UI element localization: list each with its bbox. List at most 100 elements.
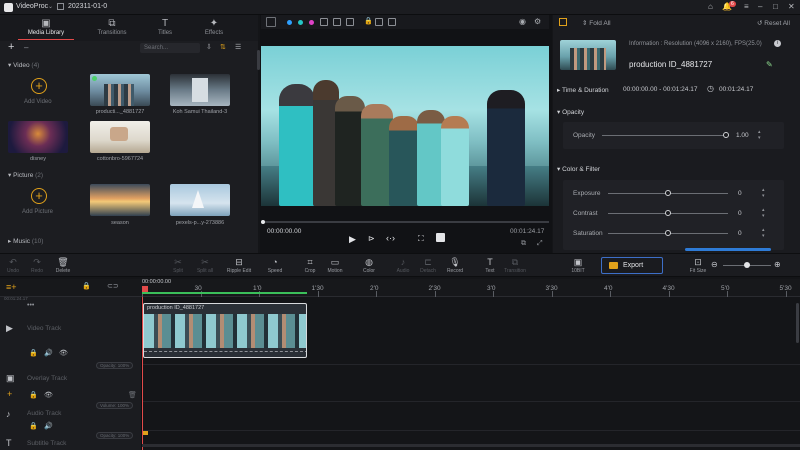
timeline-vscrollbar[interactable] — [796, 303, 799, 343]
ripple-edit-button[interactable]: ⊟ Ripple Edit — [226, 256, 252, 274]
tab-titles[interactable]: T Titles — [137, 18, 193, 40]
playhead-line[interactable] — [142, 297, 143, 450]
speed-button[interactable]: ◔ Speed — [262, 256, 288, 274]
contrast-value[interactable]: 0 — [738, 210, 742, 217]
remove-media-icon[interactable]: – — [24, 43, 28, 52]
add-picture-button[interactable]: + — [31, 188, 47, 204]
search-input[interactable]: Search... — [140, 43, 200, 53]
video-thumb-disney[interactable] — [8, 121, 68, 153]
rotate-icon[interactable] — [388, 18, 396, 26]
expand-icon[interactable]: ⤢ — [537, 240, 543, 248]
playback-progress-knob[interactable] — [261, 220, 265, 224]
video-track-opacity-pill[interactable]: Opacity: 100% — [96, 362, 134, 369]
undo-button[interactable]: ↶ Undo — [0, 256, 26, 274]
grid-toggle-icon[interactable] — [266, 17, 276, 27]
text-button[interactable]: T Text — [477, 256, 503, 274]
music-section-header[interactable]: ▸ Music (10) — [8, 237, 43, 245]
audio-track-mute-icon[interactable]: 🔊 — [44, 422, 53, 430]
contrast-stepper[interactable]: ▴ ▾ — [762, 207, 765, 219]
minimize-icon[interactable]: – — [758, 2, 762, 11]
audio-track-lock-icon[interactable]: 🔒 — [29, 422, 38, 430]
exposure-stepper[interactable]: ▴ ▾ — [762, 187, 765, 199]
detach-button[interactable]: ⊏ Detach — [415, 256, 441, 274]
app-menu-chevron-icon[interactable]: ⌄ — [48, 3, 53, 10]
overlay-track-delete-icon[interactable]: 🗑 — [128, 391, 137, 399]
track-lock-icon[interactable]: 🔒 — [82, 282, 91, 290]
time-duration-header[interactable]: ▸ Time & Duration — [557, 86, 609, 94]
audio-button[interactable]: ♪ Audio — [390, 256, 416, 274]
import-icon[interactable]: ⇩ — [206, 43, 212, 51]
opacity-stepper[interactable]: ▴ ▾ — [758, 129, 761, 141]
menu-icon[interactable]: ≡ — [744, 2, 749, 11]
video-thumb-cottonbro[interactable] — [90, 121, 150, 153]
video-clip[interactable]: production ID_4881727 — [143, 303, 307, 358]
fit-size-button[interactable]: ⊡ Fit Size — [685, 256, 711, 274]
opacity-slider-knob[interactable] — [723, 132, 729, 138]
fold-all-button[interactable]: ⇕ Fold All — [582, 19, 611, 27]
overlay-track-volume-pill[interactable]: Volume: 100% — [96, 402, 134, 409]
redo-button[interactable]: ↷ Redo — [24, 256, 50, 274]
tab-media-library[interactable]: ▣ Media Library — [18, 18, 74, 40]
overlay-track-visibility-icon[interactable]: 👁 — [44, 391, 53, 399]
video-thumb-koh-samui[interactable] — [170, 74, 230, 106]
opacity-header[interactable]: ▾ Opacity — [557, 108, 584, 116]
flip-icon[interactable] — [375, 18, 383, 26]
add-overlay-icon[interactable]: + — [7, 389, 12, 399]
split-button[interactable]: ✂ Split — [165, 256, 191, 274]
overlay-track-lock-icon[interactable]: 🔒 — [29, 391, 38, 399]
crop-button[interactable]: ⌗ Crop — [297, 256, 323, 274]
record-button[interactable]: 🎙 Record — [442, 256, 468, 274]
more-options-icon[interactable]: ••• — [27, 302, 34, 309]
blue-marker-icon[interactable] — [287, 20, 292, 25]
color-filter-header[interactable]: ▾ Color & Filter — [557, 165, 600, 173]
picture-thumb-season[interactable] — [90, 184, 150, 216]
inspector-scroll-indicator[interactable] — [685, 248, 771, 251]
zoom-in-icon[interactable]: ⊕ — [774, 260, 781, 269]
playhead-handle[interactable] — [142, 286, 148, 292]
exposure-value[interactable]: 0 — [738, 190, 742, 197]
video-track-visibility-icon[interactable]: 👁 — [59, 349, 68, 357]
opacity-value[interactable]: 1.00 — [736, 132, 749, 139]
settings-gear-icon[interactable]: ⚙ — [534, 17, 541, 26]
timeline-tracks[interactable]: production ID_4881727 — [142, 297, 800, 450]
subtitle-marker[interactable] — [143, 431, 148, 435]
picture-section-header[interactable]: ▾ Picture (2) — [8, 171, 43, 179]
timeline-hscrollbar[interactable] — [142, 444, 800, 447]
delete-button[interactable]: 🗑 Delete — [50, 256, 76, 274]
zoom-out-icon[interactable]: ⊖ — [711, 260, 718, 269]
work-area-bar[interactable] — [142, 292, 307, 294]
export-button[interactable]: Export — [601, 257, 663, 274]
timeline-ruler[interactable]: 00:00:00.00 30 1'0 1'30 2'0 2'30 3'0 3'30 4'0 4'… — [142, 279, 800, 297]
10bit-button[interactable]: ▣ 10BIT — [565, 256, 591, 274]
exposure-slider-knob[interactable] — [665, 190, 671, 196]
tab-effects[interactable]: ✦ Effects — [186, 18, 242, 40]
picture-thumb-pexels[interactable] — [170, 184, 230, 216]
marker-tool-icon[interactable] — [320, 18, 328, 26]
prev-next-frame-icon[interactable]: ‹·› — [386, 233, 395, 243]
add-track-icon[interactable]: ≡+ — [6, 282, 17, 292]
close-icon[interactable]: ✕ — [788, 2, 795, 11]
tab-transitions[interactable]: ⧉ Transitions — [84, 18, 140, 40]
video-track-lock-icon[interactable]: 🔒 — [29, 349, 38, 357]
panel-toggle-icon[interactable] — [559, 18, 567, 26]
volume-icon[interactable] — [436, 233, 445, 242]
contrast-slider-knob[interactable] — [665, 210, 671, 216]
snapshot-area-icon[interactable] — [333, 18, 341, 26]
sort-icon[interactable]: ⇅ — [220, 43, 226, 51]
fullscreen-preview-icon[interactable]: ⛶ — [418, 234, 424, 244]
audio-track-opacity-pill[interactable]: Opacity: 100% — [96, 432, 134, 439]
motion-button[interactable]: ▭ Motion — [322, 256, 348, 274]
maximize-icon[interactable]: □ — [773, 2, 778, 11]
transition-button[interactable]: ⧉ Transition — [502, 256, 528, 274]
pip-icon[interactable]: ⧉ — [521, 240, 526, 248]
video-viewer[interactable] — [261, 46, 549, 206]
camera-snapshot-icon[interactable]: ◉ — [519, 17, 526, 26]
list-view-icon[interactable]: ☰ — [235, 43, 241, 51]
saturation-slider-knob[interactable] — [665, 230, 671, 236]
magenta-marker-icon[interactable] — [309, 20, 314, 25]
opacity-slider[interactable] — [602, 135, 726, 136]
saturation-stepper[interactable]: ▴ ▾ — [762, 227, 765, 239]
video-section-header[interactable]: ▾ Video (4) — [8, 61, 39, 69]
saturation-value[interactable]: 0 — [738, 230, 742, 237]
add-media-icon[interactable]: + — [8, 41, 14, 53]
